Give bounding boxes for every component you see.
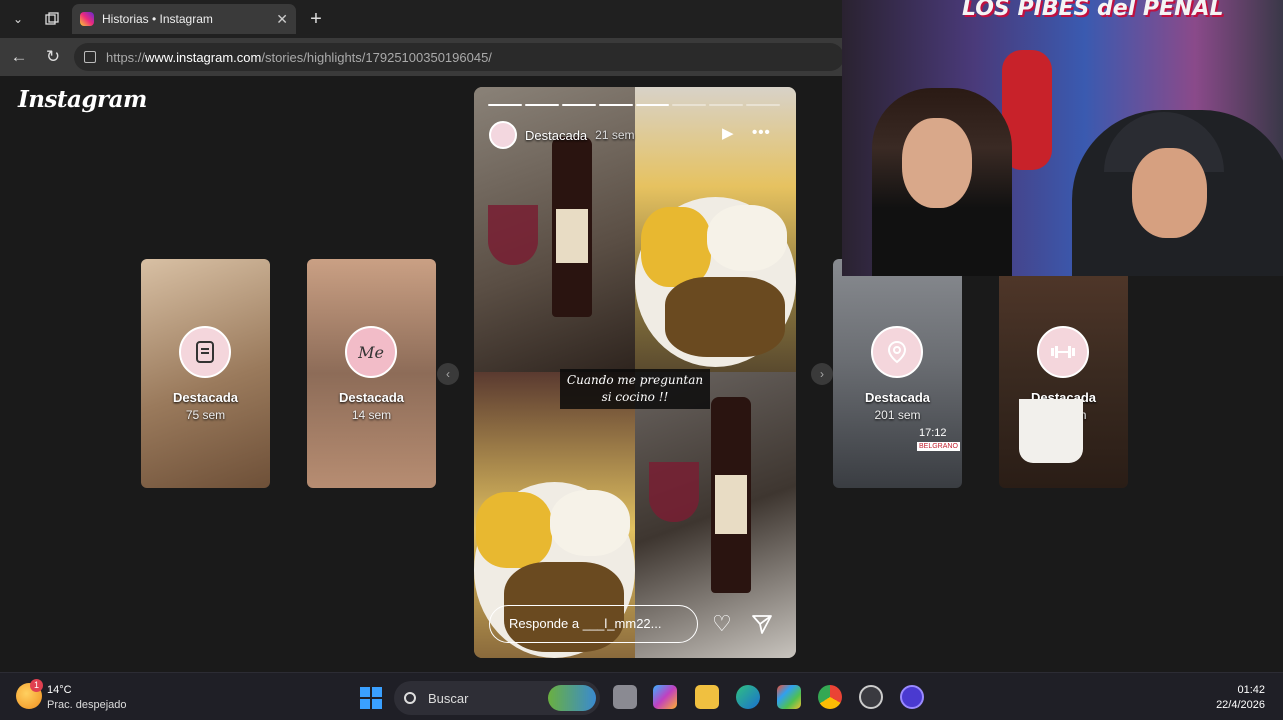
progress-segment bbox=[635, 104, 670, 106]
play-icon[interactable]: ▶ bbox=[722, 124, 734, 142]
highlight-cover-text: Me bbox=[358, 342, 384, 362]
progress-segment bbox=[524, 104, 559, 106]
weather-temperature[interactable]: 14°C bbox=[47, 684, 72, 696]
highlight-card[interactable]: Destacada 201 sem 17:12 BELGRANO bbox=[833, 259, 962, 488]
stew-shape bbox=[665, 277, 785, 357]
task-view-icon[interactable] bbox=[613, 685, 637, 709]
tab-close-icon[interactable]: ✕ bbox=[276, 11, 288, 28]
webcam-overlay: LOS PIBES del PENAL bbox=[842, 0, 1283, 276]
highlight-cover-avatar: Me bbox=[345, 326, 397, 378]
file-explorer-icon[interactable] bbox=[695, 685, 719, 709]
progress-segment bbox=[709, 104, 744, 106]
address-bar[interactable]: https:// www.instagram.com /stories/high… bbox=[74, 43, 844, 71]
wine-glass-shape bbox=[488, 205, 538, 265]
clock-date[interactable]: 22/4/2026 bbox=[1216, 699, 1265, 711]
back-arrow-icon[interactable]: ← bbox=[8, 46, 30, 68]
story-username[interactable]: Destacada bbox=[525, 128, 587, 143]
mug-shape bbox=[1019, 399, 1083, 463]
highlight-card[interactable]: Destacada 100 sem bbox=[999, 259, 1128, 488]
workspaces-icon[interactable] bbox=[38, 6, 66, 32]
windows-start-icon[interactable] bbox=[360, 687, 382, 709]
more-options-icon[interactable]: ••• bbox=[752, 124, 771, 141]
rice-shape bbox=[707, 205, 787, 271]
thumb-overlay-place: BELGRANO bbox=[917, 442, 960, 451]
thumb-overlay-time: 17:12 bbox=[919, 427, 947, 439]
dumbbell-icon bbox=[1037, 326, 1089, 378]
location-pin-icon bbox=[871, 326, 923, 378]
story-time: 21 sem bbox=[595, 128, 635, 142]
story-viewer[interactable]: Destacada 21 sem ▶ ••• Cuando me pregunt… bbox=[474, 87, 796, 658]
progress-segment bbox=[488, 104, 522, 106]
weather-condition[interactable]: Prac. despejado bbox=[47, 699, 127, 711]
tab-title: Historias • Instagram bbox=[102, 12, 213, 26]
face-right bbox=[1132, 148, 1207, 238]
highlight-name: Destacada bbox=[338, 390, 405, 405]
story-header: Destacada 21 sem bbox=[489, 121, 635, 149]
progress-segment bbox=[561, 104, 596, 106]
progress-segment bbox=[746, 104, 780, 106]
highlight-card[interactable]: Destacada 75 sem bbox=[141, 259, 270, 488]
highlight-age: 14 sem bbox=[351, 408, 392, 422]
chrome-icon[interactable] bbox=[818, 685, 842, 709]
search-label: Buscar bbox=[428, 690, 469, 706]
url-path: /stories/highlights/17925100350196045/ bbox=[261, 49, 492, 65]
search-icon bbox=[404, 692, 416, 704]
app-icon[interactable] bbox=[900, 685, 924, 709]
site-info-icon[interactable] bbox=[84, 51, 96, 63]
weather-icon[interactable]: 1 bbox=[16, 679, 43, 709]
tab-instagram-stories[interactable]: Historias • Instagram ✕ bbox=[72, 4, 296, 34]
story-progress-bar bbox=[488, 104, 780, 106]
send-icon[interactable] bbox=[751, 613, 773, 635]
m365-icon[interactable] bbox=[653, 685, 677, 709]
highlight-age: 201 sem bbox=[874, 408, 921, 422]
search-highlight-image bbox=[548, 685, 596, 711]
microsoft-store-icon[interactable] bbox=[777, 685, 801, 709]
new-tab-button[interactable]: + bbox=[304, 6, 328, 32]
highlight-age: 75 sem bbox=[185, 408, 226, 422]
highlight-card[interactable]: Me Destacada 14 sem bbox=[307, 259, 436, 488]
story-caption: Cuando me preguntan si cocino !! bbox=[560, 369, 710, 409]
url-prefix: https:// bbox=[106, 49, 146, 65]
weather-badge: 1 bbox=[30, 679, 43, 692]
face-left bbox=[902, 118, 972, 208]
clock-time[interactable]: 01:42 bbox=[1237, 684, 1265, 696]
next-story-button[interactable]: › bbox=[811, 363, 833, 385]
rice-shape bbox=[550, 490, 630, 556]
progress-segment bbox=[598, 104, 633, 106]
windows-taskbar: 1 14°C Prac. despejado Buscar 01:42 22/4… bbox=[0, 672, 1283, 720]
wine-glass-shape bbox=[649, 462, 699, 522]
browser-toolbar: ← ↻ https:// www.instagram.com /stories/… bbox=[0, 38, 844, 76]
instagram-favicon-icon bbox=[80, 12, 94, 26]
reply-input[interactable]: Responde a ___l_mm22... bbox=[489, 605, 698, 643]
tab-list-chevron-icon[interactable]: ⌄ bbox=[4, 6, 32, 32]
instagram-logo[interactable]: Instagram bbox=[18, 86, 147, 113]
taskbar-search[interactable]: Buscar bbox=[394, 681, 600, 715]
fries-shape bbox=[641, 207, 711, 287]
graffiti-wall-text: LOS PIBES del PENAL bbox=[962, 0, 1224, 21]
like-heart-icon[interactable]: ♡ bbox=[712, 611, 732, 637]
obs-icon[interactable] bbox=[859, 685, 883, 709]
snack-bag-icon bbox=[179, 326, 231, 378]
previous-story-button[interactable]: ‹ bbox=[437, 363, 459, 385]
highlight-name: Destacada bbox=[864, 390, 931, 405]
browser-tab-bar: ⌄ Historias • Instagram ✕ + bbox=[0, 0, 842, 38]
progress-segment bbox=[672, 104, 707, 106]
wine-bottle-shape bbox=[552, 137, 592, 317]
reload-icon[interactable]: ↻ bbox=[42, 46, 64, 68]
wine-bottle-shape bbox=[711, 397, 751, 593]
story-avatar[interactable] bbox=[489, 121, 517, 149]
story-photo bbox=[635, 87, 796, 372]
fries-shape bbox=[476, 492, 552, 568]
url-host: www.instagram.com bbox=[145, 49, 262, 65]
highlight-name: Destacada bbox=[172, 390, 239, 405]
edge-browser-icon[interactable] bbox=[736, 685, 760, 709]
